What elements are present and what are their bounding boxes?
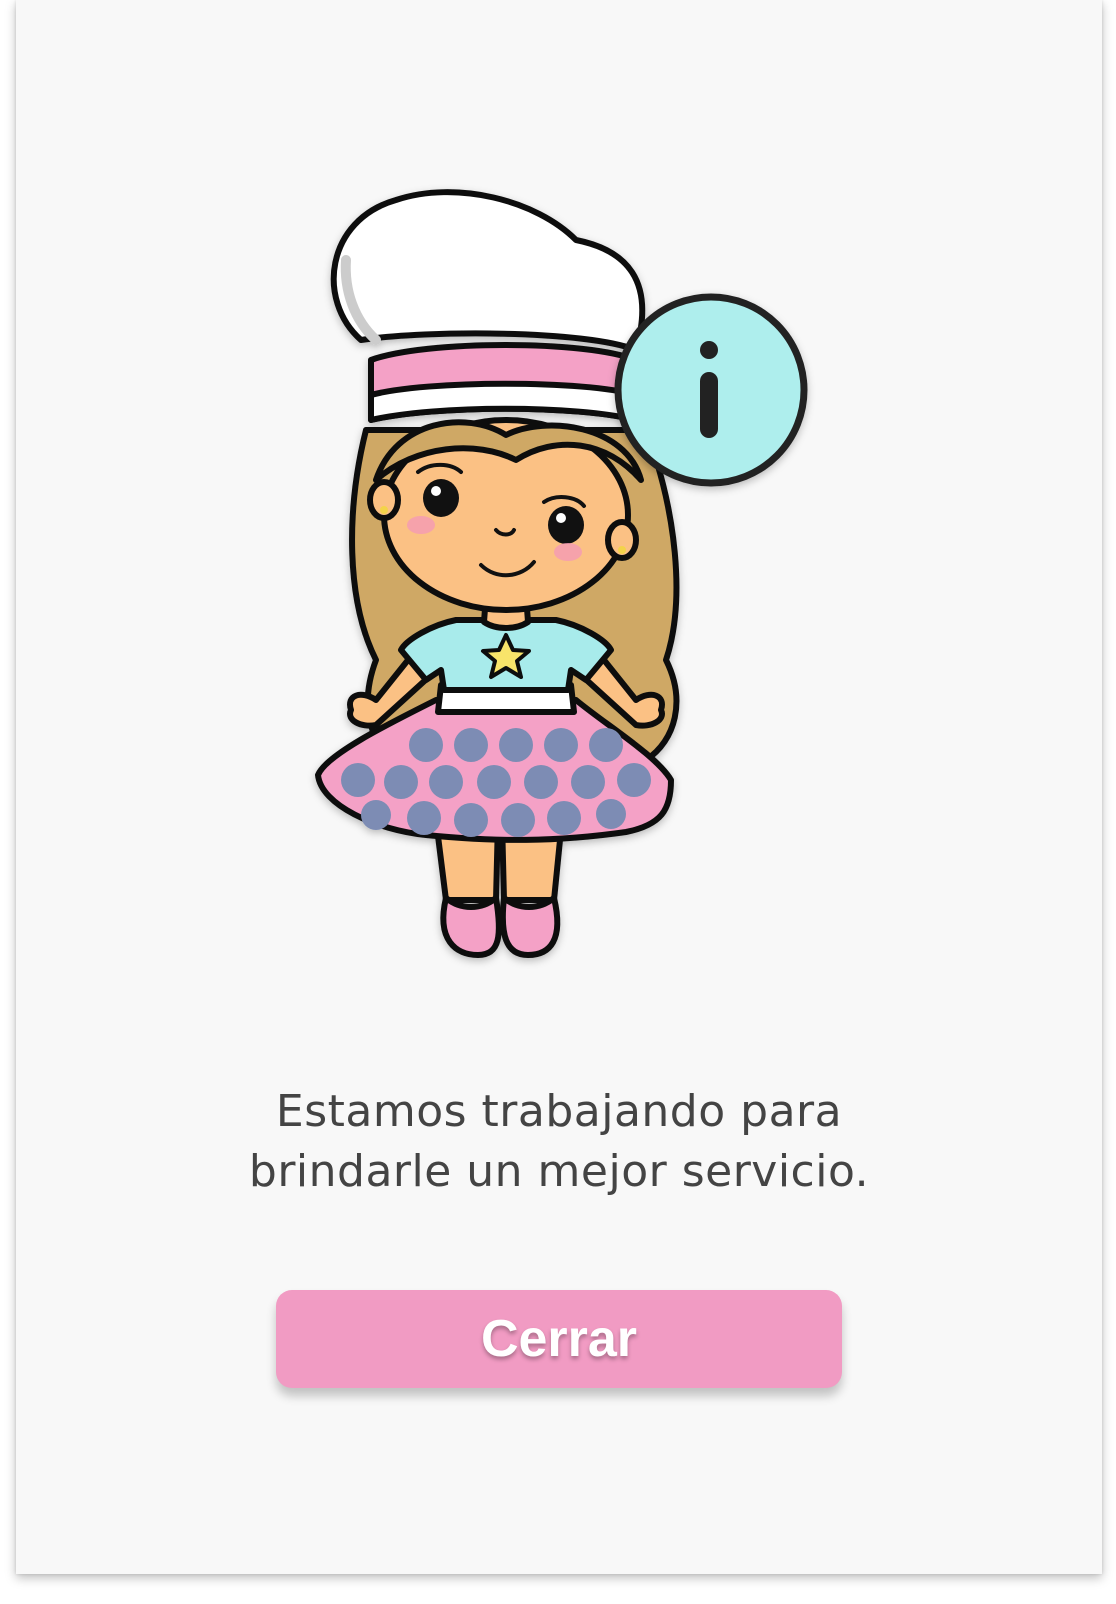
message-line-1: Estamos trabajando para <box>275 1086 843 1137</box>
close-button[interactable]: Cerrar <box>276 1290 842 1388</box>
info-icon <box>614 293 808 487</box>
maintenance-dialog: Estamos trabajando para brindarle un mej… <box>16 0 1102 1574</box>
chef-girl-illustration <box>315 189 808 958</box>
maintenance-message: Estamos trabajando para brindarle un mej… <box>16 1082 1102 1202</box>
message-line-2: brindarle un mejor servicio. <box>248 1146 870 1197</box>
